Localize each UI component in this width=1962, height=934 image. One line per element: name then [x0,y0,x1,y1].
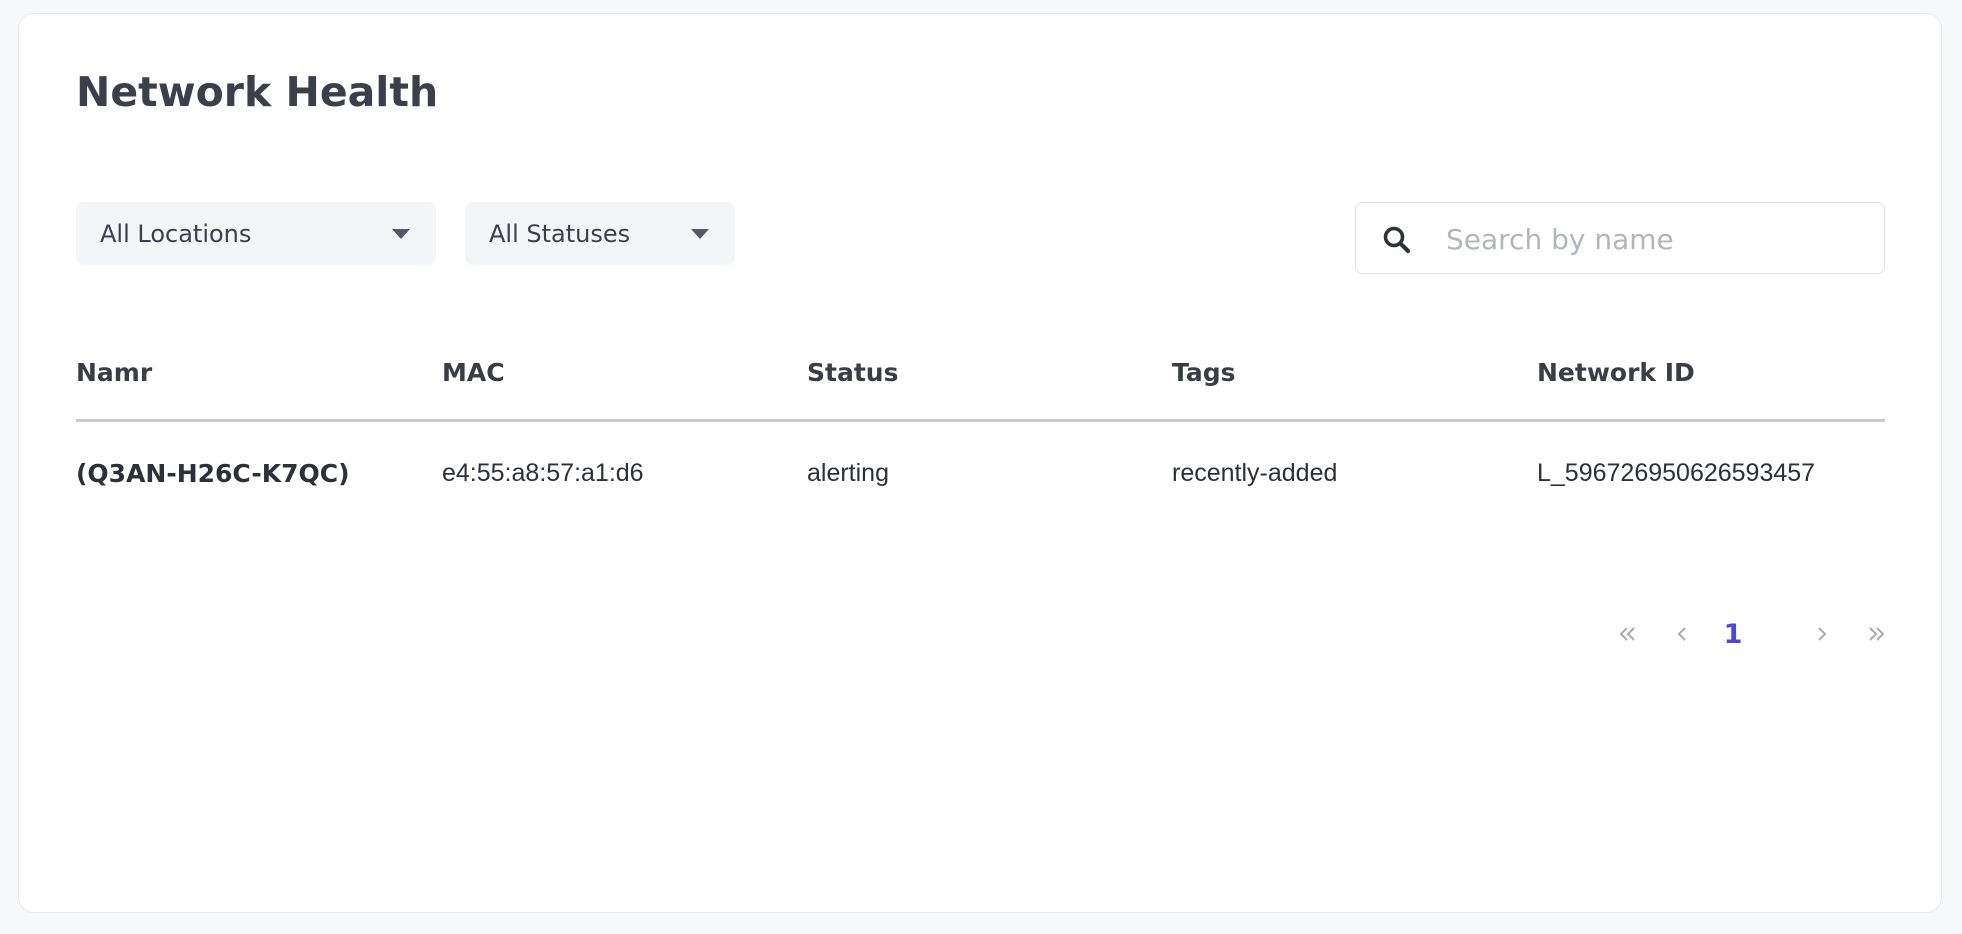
page-number-current[interactable]: 1 [1718,614,1748,654]
first-page-button[interactable] [1613,614,1643,654]
caret-down-icon [691,228,709,239]
cell-name[interactable]: (Q3AN-H26C-K7QC) [76,459,350,488]
column-header-mac[interactable]: MAC [442,358,505,387]
page-title: Network Health [76,68,439,116]
double-chevron-left-icon [1619,627,1635,641]
column-header-status[interactable]: Status [807,358,898,387]
network-health-card: Network Health All Locations All Statuse… [18,13,1942,913]
cell-mac: e4:55:a8:57:a1:d6 [442,459,644,487]
location-filter-value: All Locations [100,219,252,248]
caret-down-icon [392,228,410,239]
cell-status: alerting [807,459,889,487]
column-header-name[interactable]: Namr [76,358,152,387]
cell-tags: recently-added [1172,459,1338,487]
location-filter-select[interactable]: All Locations [76,202,436,265]
search-icon [1382,225,1412,255]
double-chevron-right-icon [1869,627,1885,641]
pagination: 1 [19,614,1943,654]
search-input[interactable] [1444,211,1868,267]
search-box [1355,202,1885,274]
column-header-network-id[interactable]: Network ID [1537,358,1695,387]
status-filter-select[interactable]: All Statuses [465,202,735,265]
cell-network-id: L_596726950626593457 [1537,459,1816,487]
prev-page-button[interactable] [1667,614,1697,654]
chevron-right-icon [1818,627,1827,641]
status-filter-value: All Statuses [489,219,631,248]
next-page-button[interactable] [1807,614,1837,654]
last-page-button[interactable] [1861,614,1891,654]
column-header-tags[interactable]: Tags [1172,358,1235,387]
table-header: Namr MAC Status Tags Network ID [76,344,1885,422]
chevron-left-icon [1677,627,1686,641]
table-row[interactable]: (Q3AN-H26C-K7QC) e4:55:a8:57:a1:d6 alert… [76,459,1885,503]
